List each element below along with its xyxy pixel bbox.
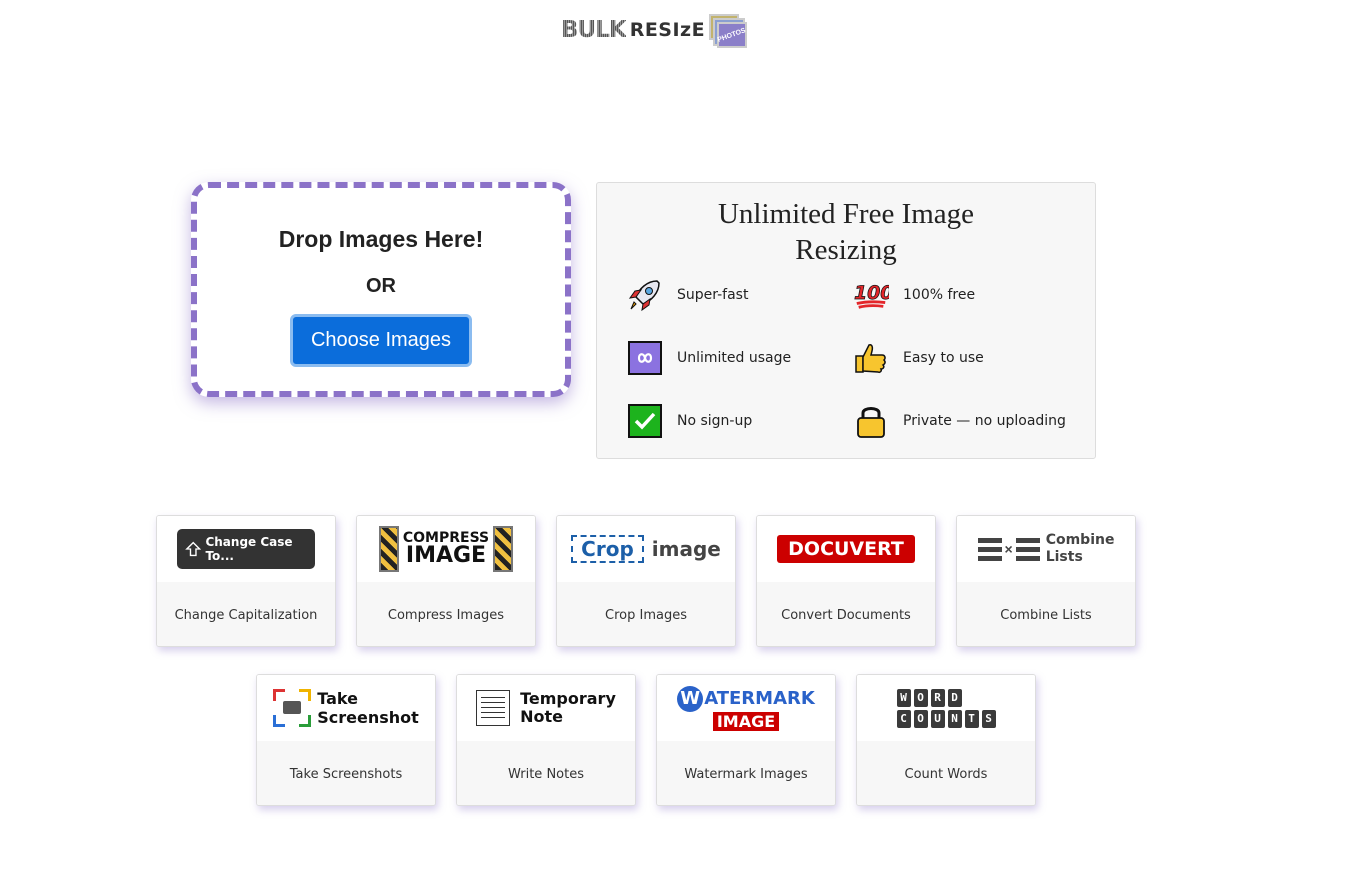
- tool-caption: Watermark Images: [657, 741, 835, 805]
- infinity-icon: [627, 340, 663, 376]
- check-mark-icon: [627, 403, 663, 439]
- change-case-logo: Change Case To...: [177, 529, 315, 569]
- crop-logo-crop: Crop: [571, 535, 644, 563]
- tool-count-words[interactable]: W O R D C O U N T S Count Words: [856, 674, 1036, 806]
- count-tile: N: [947, 709, 962, 728]
- feature-label: Private — no uploading: [903, 413, 1066, 429]
- feature-no-signup: No sign-up: [627, 403, 752, 439]
- tool-change-case[interactable]: Change Case To... Change Capitalization: [156, 515, 336, 647]
- count-tile: T: [964, 709, 979, 728]
- tool-watermark-images[interactable]: W ATERMARK IMAGE Watermark Images: [656, 674, 836, 806]
- feature-free: 100 100% free: [853, 277, 975, 313]
- watermark-image-logo: W ATERMARK IMAGE: [677, 685, 815, 731]
- hundred-icon: 100: [853, 277, 889, 313]
- tool-convert-documents[interactable]: DOCUVERT Convert Documents: [756, 515, 936, 647]
- image-drop-zone[interactable]: Drop Images Here! OR Choose Images: [191, 182, 571, 397]
- combine-lists-logo: × Combine Lists: [977, 532, 1115, 566]
- count-tile: C: [896, 709, 911, 728]
- compress-image-logo: COMPRESS IMAGE: [378, 526, 514, 572]
- list-icon: [1015, 537, 1040, 561]
- note-logo-top: Temporary: [520, 688, 616, 708]
- tool-caption: Take Screenshots: [257, 741, 435, 805]
- temporary-note-logo: Temporary Note: [476, 688, 616, 727]
- features-title: Unlimited Free Image Resizing: [717, 198, 975, 266]
- feature-label: Unlimited usage: [677, 350, 792, 366]
- tool-write-notes[interactable]: Temporary Note Write Notes: [456, 674, 636, 806]
- combine-logo-bottom: Lists: [1045, 549, 1083, 565]
- tool-caption: Count Words: [857, 741, 1035, 805]
- screenshot-logo-top: Take: [317, 688, 358, 708]
- word-tile: O: [913, 688, 928, 707]
- choose-images-button[interactable]: Choose Images: [289, 314, 473, 367]
- crop-logo-image: image: [651, 537, 721, 561]
- logo-photos-text: PHOTOS: [717, 26, 748, 44]
- tool-crop-images[interactable]: Crop image Crop Images: [556, 515, 736, 647]
- feature-super-fast: Super-fast: [627, 277, 748, 313]
- crop-image-logo: Crop image: [571, 535, 721, 563]
- logo-bulk-text: BULK: [561, 17, 627, 43]
- features-panel: Unlimited Free Image Resizing Super-fast…: [596, 182, 1096, 459]
- count-tile: O: [913, 709, 928, 728]
- drop-or-label: OR: [366, 275, 396, 297]
- note-logo-bottom: Note: [520, 707, 563, 726]
- watermark-logo-w: W: [677, 685, 704, 712]
- count-tile: S: [981, 709, 996, 728]
- list-icon: [977, 537, 1002, 561]
- screenshot-logo: Take Screenshot: [273, 689, 419, 727]
- tool-caption: Write Notes: [457, 741, 635, 805]
- tool-caption: Compress Images: [357, 582, 535, 646]
- tool-caption: Crop Images: [557, 582, 735, 646]
- lock-icon: [853, 403, 889, 439]
- feature-private: Private — no uploading: [853, 403, 1066, 439]
- logo-resize-text: RESIzE: [629, 19, 706, 41]
- screenshot-logo-bottom: Screenshot: [317, 708, 419, 727]
- combine-logo-top: Combine: [1045, 532, 1115, 549]
- tool-caption: Convert Documents: [757, 582, 935, 646]
- arrow-up-icon: [185, 541, 202, 557]
- tool-caption: Combine Lists: [957, 582, 1135, 646]
- tool-compress-images[interactable]: COMPRESS IMAGE Compress Images: [356, 515, 536, 647]
- tool-combine-lists[interactable]: × Combine Lists Combine Lists: [956, 515, 1136, 647]
- feature-label: Easy to use: [903, 350, 984, 366]
- word-tile: D: [947, 688, 962, 707]
- change-case-logo-text: Change Case To...: [205, 535, 293, 563]
- count-tile: U: [930, 709, 945, 728]
- site-logo[interactable]: BULK RESIzE PHOTOS: [561, 10, 747, 50]
- drop-title: Drop Images Here!: [278, 226, 484, 252]
- feature-easy: Easy to use: [853, 340, 984, 376]
- watermark-logo-bottom: IMAGE: [712, 711, 780, 731]
- tool-caption: Change Capitalization: [157, 582, 335, 646]
- feature-label: 100% free: [903, 287, 976, 303]
- compress-logo-bottom: IMAGE: [405, 543, 487, 568]
- watermark-logo-top: ATERMARK: [704, 688, 815, 709]
- word-tile: W: [896, 688, 911, 707]
- docuvert-logo: DOCUVERT: [777, 535, 915, 563]
- camera-icon: [273, 689, 312, 727]
- feature-label: No sign-up: [677, 413, 753, 429]
- feature-unlimited: Unlimited usage: [627, 340, 791, 376]
- feature-label: Super-fast: [677, 287, 749, 303]
- thumbs-up-icon: [853, 340, 889, 376]
- note-page-icon: [476, 690, 511, 726]
- word-counts-logo: W O R D C O U N T S: [896, 688, 996, 728]
- tool-take-screenshots[interactable]: Take Screenshot Take Screenshots: [256, 674, 436, 806]
- photos-stack-icon: PHOTOS: [707, 12, 747, 48]
- rocket-icon: [627, 277, 663, 313]
- word-tile: R: [930, 688, 945, 707]
